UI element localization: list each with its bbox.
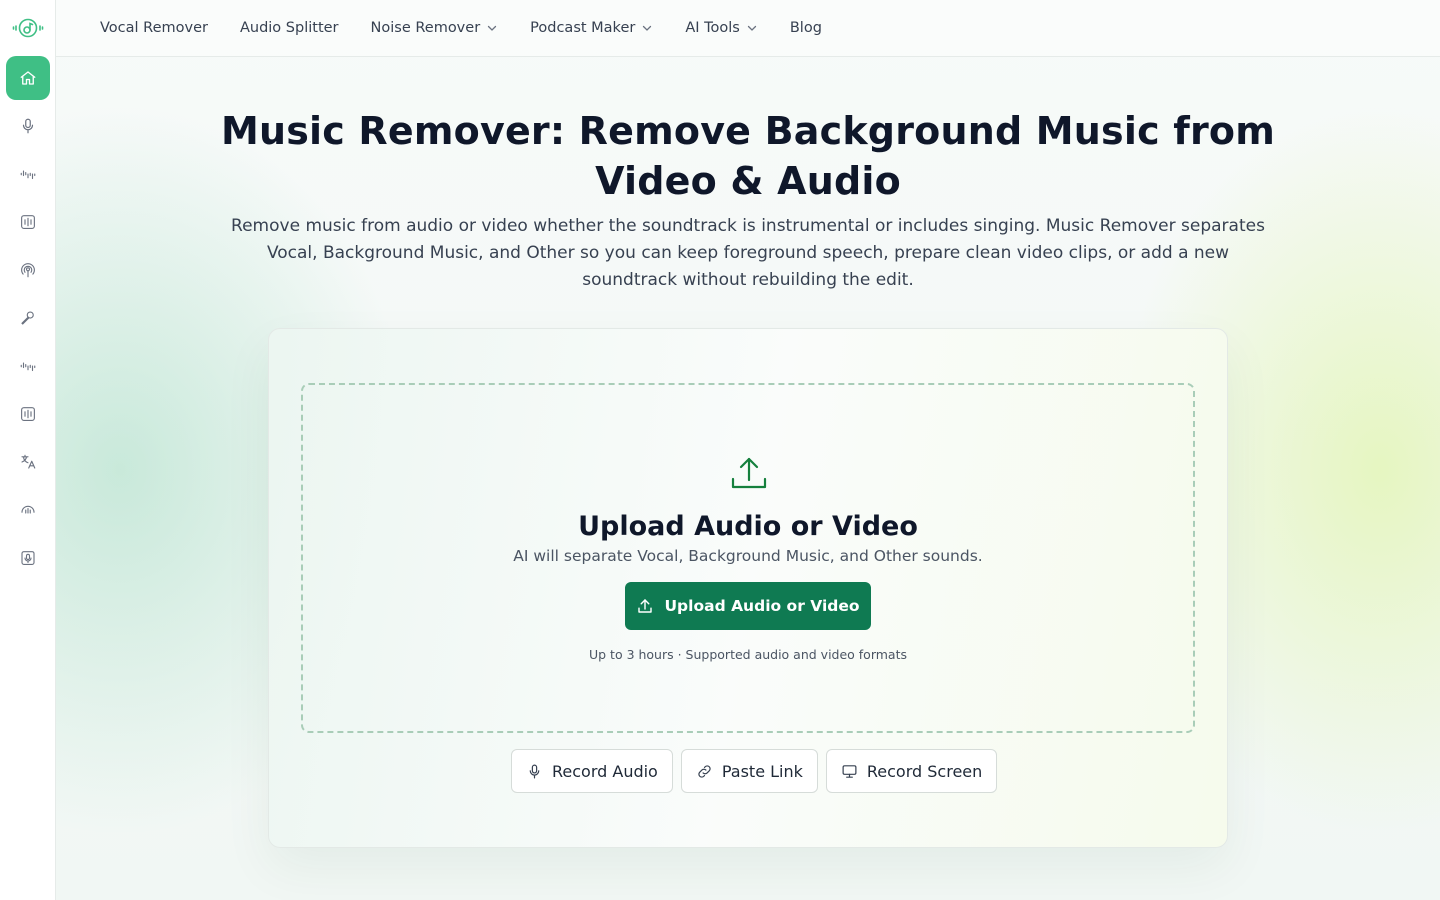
sidebar-item-translate[interactable]	[6, 440, 50, 484]
alternative-input-actions: Record Audio Paste Link Record Screen	[511, 749, 998, 793]
sidebar-item-waveform-2[interactable]	[6, 344, 50, 388]
translate-icon	[21, 454, 36, 469]
nav-item-label: Audio Splitter	[239, 20, 339, 36]
upload-icon	[638, 599, 653, 613]
chevron-down-icon	[488, 25, 497, 31]
sidebar-item-microphone[interactable]	[6, 104, 50, 148]
sidebar-item-home[interactable]	[6, 56, 50, 100]
brand-logo[interactable]	[10, 14, 46, 42]
nav-item-label: Noise Remover	[370, 20, 481, 36]
nav-audio-splitter[interactable]: Audio Splitter	[240, 20, 339, 36]
sidebar-item-audio-bars[interactable]	[6, 200, 50, 244]
upload-button-label: Upload Audio or Video	[664, 597, 860, 615]
top-navigation: Vocal Remover Audio Splitter Noise Remov…	[56, 0, 1440, 57]
paste-link-label: Paste Link	[721, 761, 803, 781]
upload-dropzone[interactable]: Upload Audio or Video AI will separate V…	[301, 383, 1195, 733]
singer-icon	[21, 311, 34, 325]
record-screen-label: Record Screen	[866, 761, 983, 781]
nav-vocal-remover[interactable]: Vocal Remover	[100, 20, 208, 36]
audio-speed-icon	[21, 505, 35, 514]
recorder-icon	[21, 551, 35, 565]
sidebar-item-singer[interactable]	[6, 296, 50, 340]
record-audio-label: Record Audio	[552, 761, 658, 781]
nav-item-label: Blog	[789, 20, 822, 36]
upload-title: Upload Audio or Video	[578, 511, 918, 542]
audio-bars-icon	[21, 215, 35, 229]
nav-item-label: AI Tools	[685, 20, 740, 36]
nav-noise-remover[interactable]: Noise Remover	[371, 20, 499, 36]
monitor-icon	[842, 764, 857, 778]
sidebar-item-audio-speed[interactable]	[6, 488, 50, 532]
nav-ai-tools[interactable]: AI Tools	[685, 20, 758, 36]
page-title: Music Remover: Remove Background Music f…	[220, 109, 1276, 203]
home-icon	[20, 71, 36, 85]
podcast-icon	[21, 263, 35, 278]
upload-icon	[731, 457, 767, 489]
nav-podcast-maker[interactable]: Podcast Maker	[530, 20, 653, 36]
upload-limits-note: Up to 3 hours · Supported audio and vide…	[588, 647, 908, 662]
page-description: Remove music from audio or video whether…	[231, 216, 1265, 290]
upload-card: Upload Audio or Video AI will separate V…	[268, 328, 1228, 848]
paste-link-button[interactable]: Paste Link	[680, 749, 818, 793]
nav-item-label: Podcast Maker	[530, 20, 636, 36]
waveform-icon	[20, 362, 36, 372]
microphone-icon	[529, 764, 540, 778]
waveform-icon	[20, 170, 36, 180]
sidebar-item-recorder[interactable]	[6, 536, 50, 580]
nav-blog[interactable]: Blog	[790, 20, 822, 36]
upload-button[interactable]: Upload Audio or Video	[625, 582, 871, 630]
audio-bars-icon	[21, 407, 35, 421]
sidebar	[0, 0, 56, 900]
link-icon	[698, 764, 711, 778]
chevron-down-icon	[747, 25, 757, 31]
chevron-down-icon	[643, 25, 652, 31]
sidebar-item-waveform[interactable]	[6, 152, 50, 196]
nav-item-label: Vocal Remover	[100, 20, 208, 36]
microphone-icon	[22, 118, 34, 134]
logo-icon	[12, 18, 44, 38]
record-screen-button[interactable]: Record Screen	[825, 749, 998, 793]
record-audio-button[interactable]: Record Audio	[511, 749, 673, 793]
sidebar-item-podcast[interactable]	[6, 248, 50, 292]
sidebar-item-audio-bars-2[interactable]	[6, 392, 50, 436]
upload-subtitle: AI will separate Vocal, Background Music…	[513, 547, 983, 565]
